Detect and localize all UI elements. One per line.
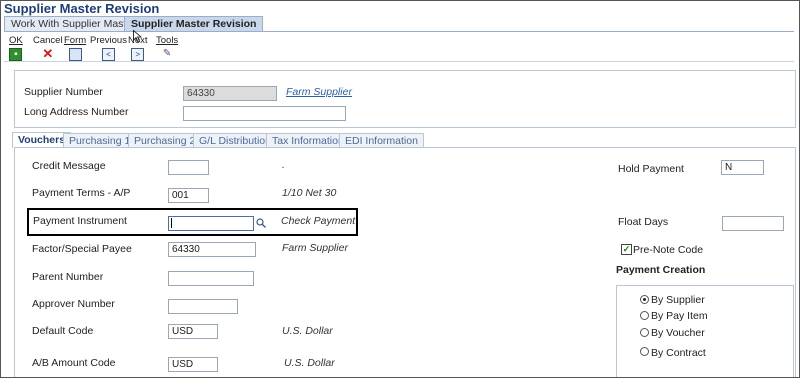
by-voucher-radio[interactable]	[640, 328, 649, 337]
payment-instrument-label: Payment Instrument	[33, 215, 127, 227]
ab-amount-code-input[interactable]: USD	[168, 357, 218, 372]
tab-supplier-master-revision[interactable]: Supplier Master Revision	[124, 16, 264, 32]
ab-amount-code-label: A/B Amount Code	[32, 357, 116, 369]
search-icon[interactable]	[256, 218, 266, 228]
by-supplier-radio[interactable]	[640, 295, 649, 304]
supplier-header-panel	[14, 70, 796, 128]
pre-note-code-label: Pre-Note Code	[633, 244, 704, 256]
tab-purchasing-1[interactable]: Purchasing 1	[63, 133, 137, 148]
tab-tax-information[interactable]: Tax Information	[266, 133, 350, 148]
app-title: Supplier Master Revision	[4, 1, 160, 16]
tab-purchasing-2[interactable]: Purchasing 2	[128, 133, 202, 148]
supplier-name-link[interactable]: Farm Supplier	[286, 86, 352, 98]
credit-message-label: Credit Message	[32, 160, 106, 172]
previous-label: Previous	[90, 35, 127, 46]
form-menu-button[interactable]: Form	[64, 35, 86, 61]
chevron-left-icon: <	[101, 48, 115, 61]
toolbar-divider	[4, 61, 794, 62]
chevron-right-icon: >	[131, 48, 145, 61]
close-icon: ✕	[42, 46, 54, 61]
by-voucher-label: By Voucher	[651, 327, 705, 339]
save-icon: ▪	[9, 48, 23, 61]
payment-terms-label: Payment Terms - A/P	[32, 187, 131, 199]
approver-number-label: Approver Number	[32, 298, 115, 310]
ok-label: OK	[9, 35, 23, 46]
supplier-number-label: Supplier Number	[24, 86, 103, 98]
parent-number-label: Parent Number	[32, 271, 104, 283]
default-code-label: Default Code	[32, 325, 94, 337]
cancel-button[interactable]: Cancel ✕	[33, 35, 63, 61]
factor-special-payee-input[interactable]: 64330	[168, 242, 256, 257]
tab-edi-information[interactable]: EDI Information	[339, 133, 424, 148]
tools-menu-button[interactable]: Tools ✎	[156, 35, 178, 59]
long-address-number-input[interactable]	[183, 106, 346, 121]
payment-creation-title: Payment Creation	[616, 264, 706, 276]
previous-button[interactable]: Previous <	[90, 35, 127, 61]
tab-gl-distribution[interactable]: G/L Distribution	[193, 133, 277, 148]
tools-label: Tools	[156, 35, 179, 46]
factor-special-payee-label: Factor/Special Payee	[32, 243, 132, 255]
float-days-input[interactable]	[722, 216, 784, 231]
payment-instrument-description: Check Payment	[281, 215, 356, 227]
hold-payment-label: Hold Payment	[618, 163, 684, 175]
tab-work-with-supplier-master[interactable]: Work With Supplier Master	[4, 16, 143, 32]
float-days-label: Float Days	[618, 216, 669, 228]
cancel-label: Cancel	[33, 35, 63, 46]
default-code-description: U.S. Dollar	[282, 325, 333, 337]
payment-terms-input[interactable]: 001	[168, 188, 209, 203]
mouse-cursor-icon	[133, 30, 142, 43]
by-contract-radio[interactable]	[640, 347, 649, 356]
long-address-number-label: Long Address Number	[24, 106, 129, 118]
by-supplier-label: By Supplier	[651, 294, 705, 306]
form-label: Form	[64, 35, 87, 46]
tools-icon: ✎	[162, 48, 172, 59]
pre-note-code-checkbox[interactable]: ✓	[621, 244, 632, 255]
credit-message-description: .	[282, 159, 285, 171]
ok-button[interactable]: OK ▪	[9, 35, 23, 61]
ab-amount-code-description: U.S. Dollar	[284, 357, 335, 369]
text-caret	[171, 218, 172, 228]
payment-terms-description: 1/10 Net 30	[282, 187, 337, 199]
by-contract-label: By Contract	[651, 347, 706, 359]
by-pay-item-radio[interactable]	[640, 311, 649, 320]
supplier-number-field: 64330	[183, 86, 277, 101]
approver-number-input[interactable]	[168, 299, 238, 314]
credit-message-input[interactable]	[168, 160, 209, 175]
parent-number-input[interactable]	[168, 271, 254, 286]
form-icon	[68, 48, 82, 61]
tab-divider	[4, 31, 794, 32]
factor-special-payee-description: Farm Supplier	[282, 242, 348, 254]
payment-instrument-input[interactable]	[168, 216, 254, 231]
default-code-input[interactable]: USD	[168, 324, 218, 339]
by-pay-item-label: By Pay Item	[651, 310, 708, 322]
hold-payment-input[interactable]: N	[721, 160, 764, 175]
